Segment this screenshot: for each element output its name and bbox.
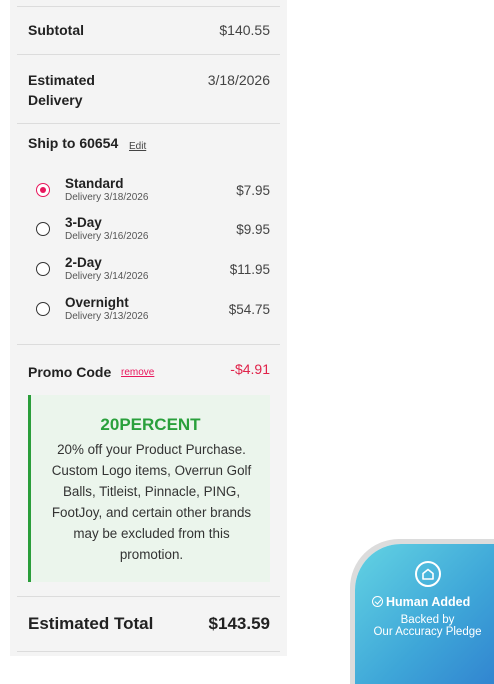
shipping-option-delivery: Delivery 3/13/2026 xyxy=(65,311,149,322)
divider xyxy=(17,651,280,652)
promo-code-name: 20PERCENT xyxy=(100,415,201,434)
shipping-option-price: $11.95 xyxy=(229,262,270,277)
badge-subtitle-line1: Backed by xyxy=(400,614,455,626)
promo-discount-amount: -$4.91 xyxy=(230,361,270,377)
shipping-option-price: $9.95 xyxy=(236,222,270,237)
ship-to-title: Ship to 60654 xyxy=(28,135,119,151)
divider xyxy=(17,344,280,345)
shipping-option-name: 2-Day xyxy=(65,255,102,270)
shipping-option-delivery: Delivery 3/18/2026 xyxy=(65,192,149,203)
check-circle-icon xyxy=(372,596,383,607)
radio-icon[interactable] xyxy=(36,222,50,236)
subtotal-label: Subtotal xyxy=(28,22,84,38)
badge-title-text: Human Added xyxy=(386,595,471,609)
promo-details-box: 20PERCENT 20% off your Product Purchase.… xyxy=(28,395,270,582)
shipping-option-overnight[interactable]: Overnight Delivery 3/13/2026 $54.75 xyxy=(36,294,272,328)
estimated-delivery-label: Estimated Delivery xyxy=(28,70,95,110)
radio-selected-icon[interactable] xyxy=(36,183,50,197)
divider xyxy=(17,6,280,7)
badge-subtitle: Backed by Our Accuracy Pledge xyxy=(365,614,490,638)
estimated-delivery-value: 3/18/2026 xyxy=(207,72,270,88)
shield-home-icon xyxy=(415,561,441,587)
shipping-option-name: Overnight xyxy=(65,295,129,310)
shipping-option-2day[interactable]: 2-Day Delivery 3/14/2026 $11.95 xyxy=(36,254,272,288)
badge-subtitle-line2: Our Accuracy Pledge xyxy=(373,626,482,638)
shipping-option-standard[interactable]: Standard Delivery 3/18/2026 $7.95 xyxy=(36,175,272,209)
estimated-delivery-label-line1: Estimated xyxy=(28,72,95,88)
accuracy-pledge-badge[interactable]: Human Added Backed by Our Accuracy Pledg… xyxy=(355,544,494,684)
shipping-option-delivery: Delivery 3/16/2026 xyxy=(65,231,149,242)
radio-icon[interactable] xyxy=(36,262,50,276)
edit-zip-link[interactable]: Edit xyxy=(129,141,146,152)
promo-description: 20% off your Product Purchase. Custom Lo… xyxy=(51,442,252,562)
divider xyxy=(17,596,280,597)
subtotal-value: $140.55 xyxy=(219,22,270,38)
estimated-total-value: $143.59 xyxy=(208,614,270,633)
estimated-delivery-label-line2: Delivery xyxy=(28,92,83,108)
divider xyxy=(17,123,280,124)
divider xyxy=(17,54,280,55)
shipping-option-name: 3-Day xyxy=(65,215,102,230)
badge-title: Human Added xyxy=(372,594,470,610)
radio-icon[interactable] xyxy=(36,302,50,316)
shipping-option-name: Standard xyxy=(65,176,124,191)
shipping-option-price: $7.95 xyxy=(236,183,270,198)
shipping-option-price: $54.75 xyxy=(228,302,270,317)
promo-code-label: Promo Code xyxy=(28,364,112,380)
shipping-option-delivery: Delivery 3/14/2026 xyxy=(65,271,149,282)
shipping-option-3day[interactable]: 3-Day Delivery 3/16/2026 $9.95 xyxy=(36,214,272,248)
estimated-total-label: Estimated Total xyxy=(28,614,154,633)
remove-promo-link[interactable]: remove xyxy=(121,367,154,378)
